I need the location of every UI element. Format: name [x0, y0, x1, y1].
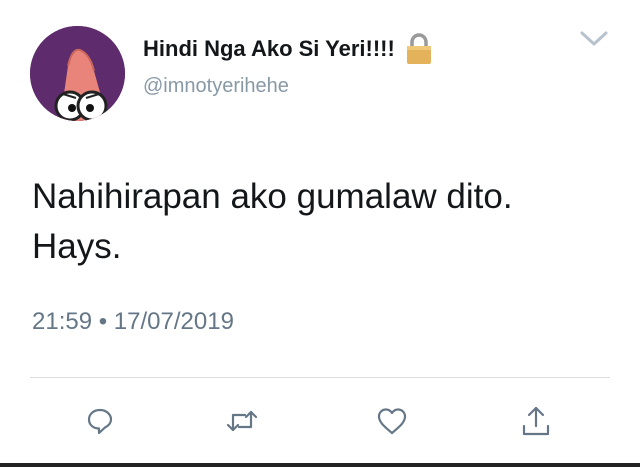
like-button[interactable] — [372, 401, 412, 441]
display-name[interactable]: Hindi Nga Ako Si Yeri!!!! — [143, 36, 395, 62]
share-button[interactable] — [516, 401, 556, 441]
bottom-edge — [0, 463, 640, 467]
comment-icon — [87, 408, 113, 435]
avatar[interactable] — [30, 26, 125, 121]
chevron-down-icon[interactable] — [578, 28, 610, 50]
display-name-row: Hindi Nga Ako Si Yeri!!!! — [143, 33, 433, 65]
heart-icon — [377, 408, 407, 435]
reply-button[interactable] — [80, 401, 120, 441]
retweet-button[interactable] — [222, 401, 262, 441]
tweet-timestamp[interactable]: 21:59 • 17/07/2019 — [32, 308, 234, 336]
patrick-star-avatar-icon — [30, 26, 125, 121]
divider — [30, 377, 610, 378]
tweet-text: Nahihirapan ako gumalaw dito. Hays. — [32, 177, 513, 266]
share-icon — [522, 406, 550, 436]
tweet-card: Hindi Nga Ako Si Yeri!!!! @imnotyerihehe… — [0, 0, 640, 467]
retweet-icon — [226, 410, 258, 432]
lock-icon — [406, 33, 431, 64]
user-handle[interactable]: @imnotyerihehe — [143, 75, 289, 98]
